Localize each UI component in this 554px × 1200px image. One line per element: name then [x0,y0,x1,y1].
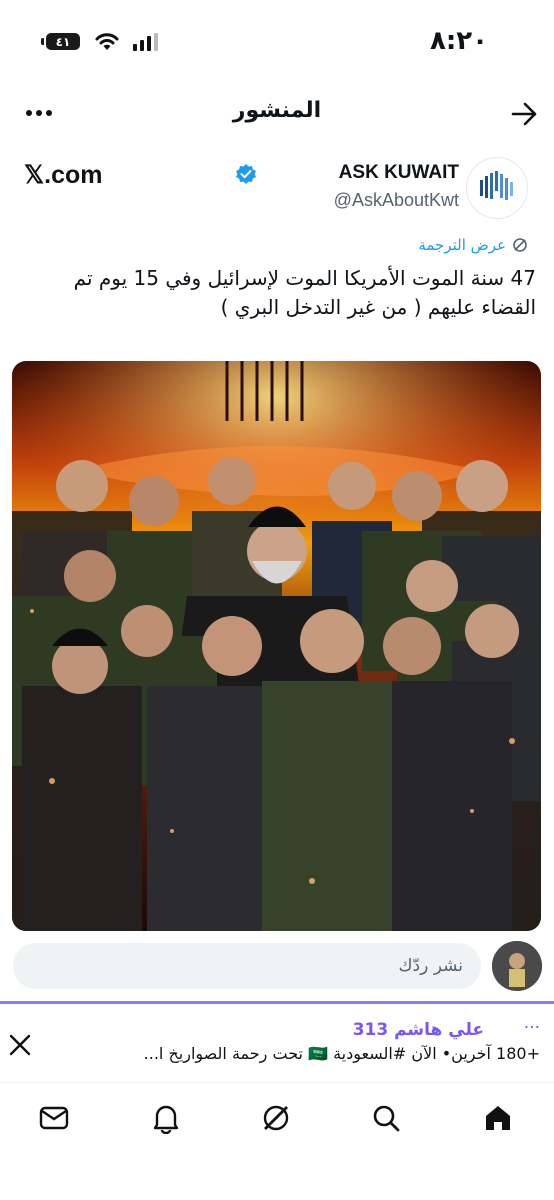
search-icon[interactable] [370,1102,402,1134]
back-arrow-icon[interactable] [510,100,538,128]
post-image-illustration [12,361,541,931]
status-time: ٨:٢٠ [429,26,488,56]
notification-text[interactable]: +180 آخرين• الآن #السعودية 🇸🇦 تحت رحمة ا… [40,1044,540,1063]
author-handle[interactable]: @AskAboutKwt [334,190,459,211]
show-translation-label: عرض الترجمة [418,236,506,254]
divider [0,1082,554,1083]
wifi-icon [95,33,119,50]
author-name[interactable]: ASK KUWAIT [339,162,459,184]
post-image[interactable] [12,361,541,931]
notifications-icon[interactable] [150,1102,182,1134]
verified-badge-icon [236,164,256,184]
author-avatar[interactable] [466,157,528,219]
notification-author[interactable]: علي هاشم 313 [353,1020,484,1040]
grok-icon[interactable] [260,1102,292,1134]
reply-placeholder: نشر ردّك [398,956,463,976]
notification-dots: ··· [523,1018,540,1038]
show-translation-link[interactable]: عرض الترجمة [418,236,528,254]
user-avatar-image [492,941,542,991]
user-avatar[interactable] [492,941,542,991]
translate-icon [513,238,527,252]
source-label[interactable]: 𝕏.com [24,160,103,190]
cellular-signal-icon [133,33,158,51]
ask-kuwait-logo-icon [480,171,513,200]
close-icon[interactable] [8,1033,32,1057]
messages-icon[interactable] [38,1102,70,1134]
post-text: 47 سنة الموت الأمريكا الموت لإسرائيل وفي… [73,266,536,319]
battery-icon: ٤١ [41,33,80,50]
page-title: المنشور [232,98,322,123]
reply-input[interactable]: نشر ردّك [13,943,481,989]
divider [0,1001,554,1004]
home-icon[interactable] [482,1102,514,1134]
